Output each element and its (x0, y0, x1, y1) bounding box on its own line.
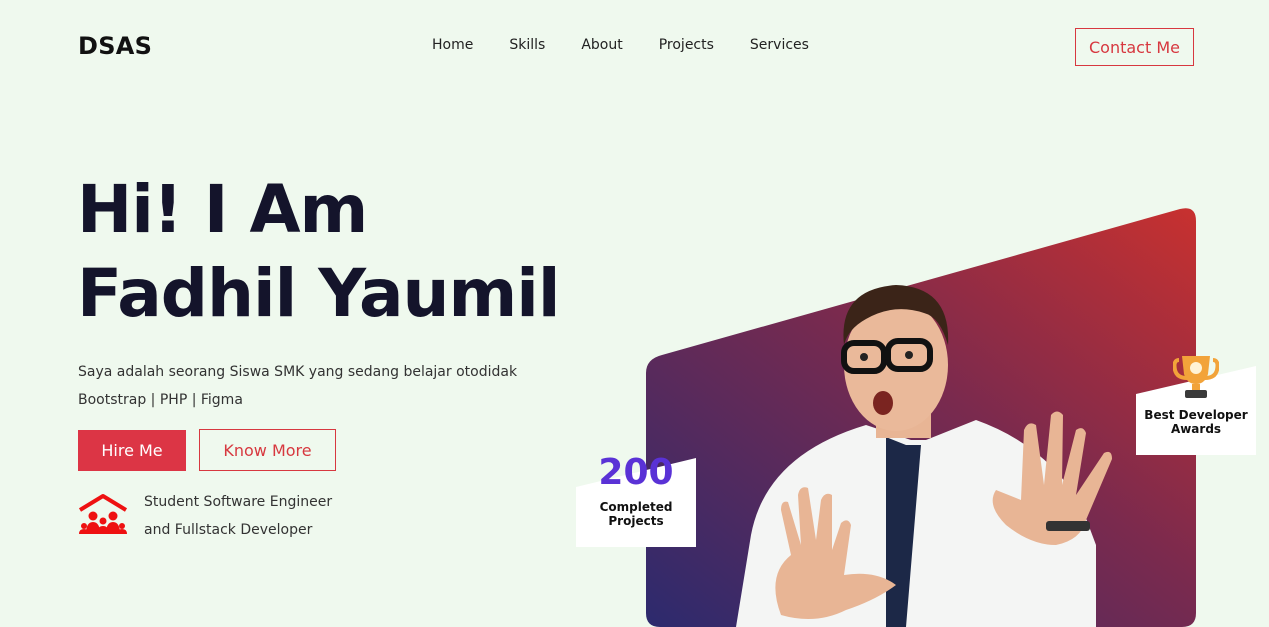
hero-description: Saya adalah seorang Siswa SMK yang sedan… (78, 358, 517, 414)
stat-label: Completed Projects (576, 500, 696, 528)
award-card: Best Developer Awards (1136, 352, 1256, 455)
award-line2: Awards (1170, 422, 1222, 436)
completed-projects-card: 200 Completed Projects (576, 452, 696, 547)
hero-title-line1: Hi! I Am (77, 171, 368, 248)
hire-me-button[interactable]: Hire Me (78, 430, 186, 471)
stat-label-line1: Completed (599, 500, 673, 514)
role-line1: Student Software Engineer (144, 494, 333, 510)
stat-label-line2: Projects (608, 514, 664, 528)
award-label: Best Developer Awards (1136, 408, 1256, 436)
hero-desc-line1: Saya adalah seorang Siswa SMK yang sedan… (78, 364, 518, 380)
nav-about[interactable]: About (581, 37, 622, 53)
nav-skills[interactable]: Skills (509, 37, 545, 53)
nav-home[interactable]: Home (432, 37, 473, 53)
trophy-icon (1173, 356, 1219, 398)
hero-desc-line2: Bootstrap | PHP | Figma (78, 392, 243, 408)
role-text: Student Software Engineer and Fullstack … (144, 488, 332, 544)
contact-button[interactable]: Contact Me (1075, 28, 1194, 66)
nav-services[interactable]: Services (750, 37, 809, 53)
stat-number: 200 (598, 452, 674, 493)
hero-title: Hi! I Am Fadhil Yaumil (77, 168, 560, 336)
hero-title-line2: Fadhil Yaumil (77, 255, 560, 332)
award-line1: Best Developer (1144, 408, 1248, 422)
role-line2: and Fullstack Developer (144, 522, 313, 538)
family-home-icon (78, 494, 128, 534)
brand-logo[interactable]: DSAS (78, 32, 152, 60)
main-nav: Home Skills About Projects Services (432, 37, 809, 53)
know-more-button[interactable]: Know More (199, 429, 336, 471)
nav-projects[interactable]: Projects (659, 37, 714, 53)
